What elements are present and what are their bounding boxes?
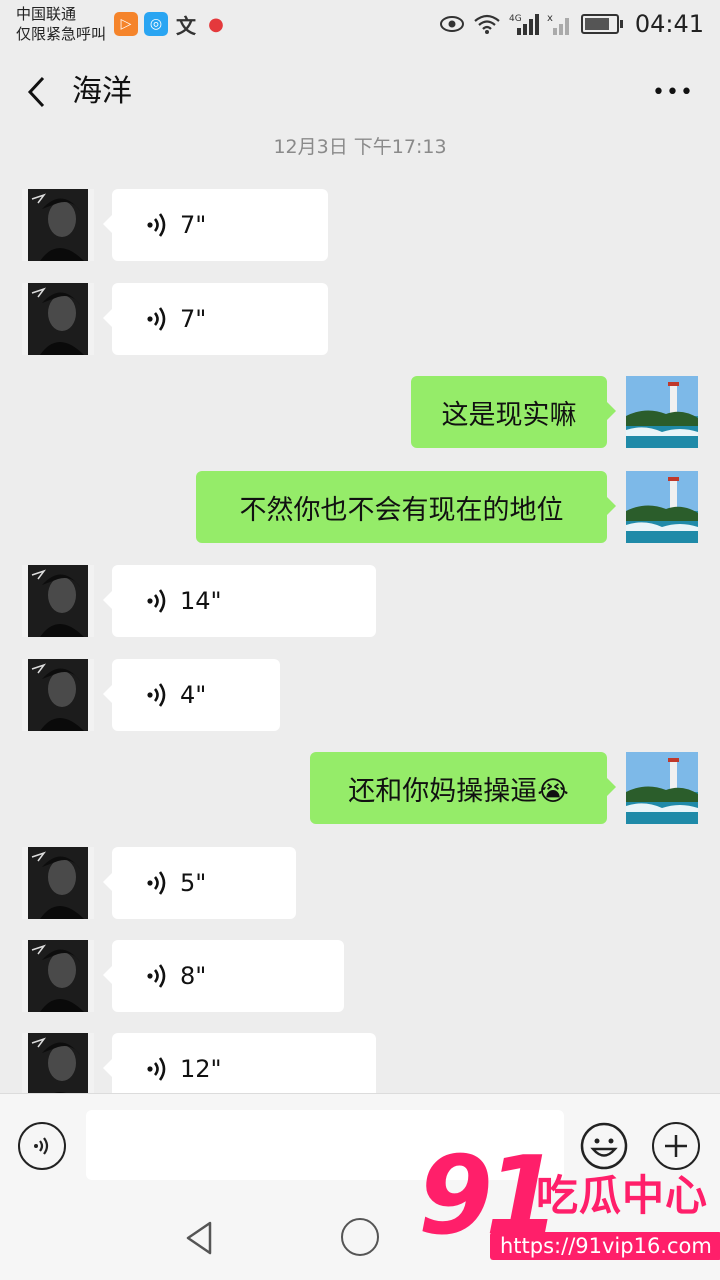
my-avatar[interactable] (626, 376, 698, 448)
notification-icons: ▷ ◎ 文 ● (114, 12, 228, 38)
contact-avatar[interactable] (22, 847, 94, 919)
voice-duration: 4" (180, 681, 207, 709)
watermark-name: 吃瓜中心 (536, 1171, 709, 1220)
text-message-bubble[interactable]: 还和你妈操操逼😭 (310, 752, 616, 824)
watermark-url: https://91vip16.com (490, 1232, 720, 1260)
carrier-info: 中国联通 仅限紧急呼叫 (16, 4, 106, 44)
signal-none-icon: x (547, 12, 573, 36)
message-received: 14" (0, 565, 720, 639)
voice-wave-icon (144, 869, 170, 897)
voice-duration: 14" (180, 587, 222, 615)
voice-wave-icon (144, 1055, 170, 1083)
voice-message-bubble[interactable]: 8" (103, 940, 344, 1012)
more-button[interactable]: ••• (648, 72, 698, 112)
contact-avatar[interactable] (22, 659, 94, 731)
battery-icon (580, 14, 623, 34)
chat-header: 海洋 ••• (0, 50, 720, 134)
message-received: 7" (0, 283, 720, 357)
message-received: 5" (0, 847, 720, 921)
message-received: 8" (0, 940, 720, 1014)
triangle-back-icon (186, 1221, 212, 1255)
map-pin-icon: ● (208, 13, 224, 35)
voice-duration: 5" (180, 869, 207, 897)
status-icons: 4G x 04:41 (439, 10, 704, 38)
contact-avatar[interactable] (22, 189, 94, 261)
my-avatar[interactable] (626, 752, 698, 824)
voice-wave-icon (144, 211, 170, 239)
voice-wave-icon (144, 681, 170, 709)
voice-wave-icon (144, 587, 170, 615)
clock: 04:41 (634, 10, 704, 38)
signal-4g-icon: 4G (509, 12, 539, 36)
message-text: 这是现实嘛 (441, 399, 577, 431)
voice-duration: 7" (180, 211, 207, 239)
voice-message-bubble[interactable]: 7" (103, 283, 328, 355)
voice-duration: 8" (180, 962, 207, 990)
voice-message-bubble[interactable]: 14" (103, 565, 376, 637)
chat-title: 海洋 (72, 74, 132, 109)
my-avatar[interactable] (626, 471, 698, 543)
message-sent: 不然你也不会有现在的地位 (0, 471, 720, 545)
svg-text:x: x (547, 13, 553, 24)
nav-back-button[interactable] (180, 1218, 220, 1258)
text-message-bubble[interactable]: 不然你也不会有现在的地位 (196, 471, 616, 543)
message-received: 4" (0, 659, 720, 733)
eye-icon (439, 15, 465, 33)
carrier-name: 中国联通 (16, 5, 77, 23)
site-watermark: 91 吃瓜中心 https://91vip16.com (418, 1142, 720, 1268)
text-message-bubble[interactable]: 这是现实嘛 (411, 376, 616, 448)
nav-home-button[interactable] (341, 1218, 379, 1256)
voice-toggle-icon (34, 1137, 49, 1155)
contact-avatar[interactable] (22, 283, 94, 355)
carrier-note: 仅限紧急呼叫 (16, 25, 107, 43)
message-timestamp: 12月3日 下午17:13 (273, 136, 447, 158)
contact-avatar[interactable] (22, 940, 94, 1012)
message-sent: 这是现实嘛 (0, 376, 720, 450)
wifi-icon (473, 13, 501, 35)
message-text: 还和你妈操操逼😭 (348, 775, 569, 807)
svg-text:4G: 4G (509, 14, 522, 24)
video-app-icon: ▷ (114, 12, 138, 36)
voice-wave-icon (144, 305, 170, 333)
sync-app-icon: ◎ (144, 12, 168, 36)
voice-duration: 7" (180, 305, 207, 333)
contact-avatar[interactable] (22, 565, 94, 637)
voice-wave-icon (144, 962, 170, 990)
voice-message-bubble[interactable]: 4" (103, 659, 280, 731)
voice-message-bubble[interactable]: 5" (103, 847, 296, 919)
text-app-icon: 文 (176, 13, 196, 38)
voice-message-bubble[interactable]: 7" (103, 189, 328, 261)
message-sent: 还和你妈操操逼😭 (0, 752, 720, 826)
voice-toggle-button[interactable] (18, 1122, 66, 1170)
more-dots-icon: ••• (652, 79, 694, 105)
voice-duration: 12" (180, 1055, 222, 1083)
back-button[interactable] (14, 70, 58, 114)
chevron-left-icon (27, 76, 45, 108)
status-bar: 中国联通 仅限紧急呼叫 ▷ ◎ 文 ● 4G x 04:41 (0, 0, 720, 50)
message-received: 7" (0, 189, 720, 263)
message-text: 不然你也不会有现在的地位 (239, 494, 564, 526)
